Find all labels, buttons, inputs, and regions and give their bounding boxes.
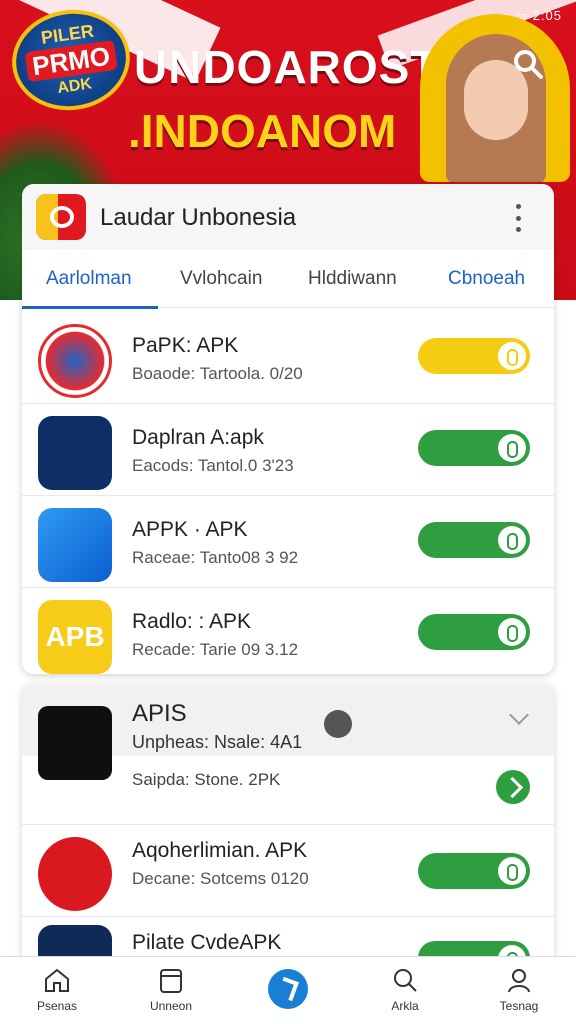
nav-calendar[interactable]: Unneon (126, 965, 216, 1013)
tab-cbnoeah[interactable]: Cbnoeah (448, 268, 525, 290)
app-detail: Recade: Tarie 09 3.12 (132, 640, 299, 659)
app-logo-icon (36, 194, 86, 240)
tab-aarlolman[interactable]: Aarlolman (46, 268, 132, 290)
active-tab-indicator (22, 306, 158, 309)
toggle-switch[interactable] (418, 338, 530, 374)
list-item[interactable]: Daplran A:apk Eacods: Tantol.0 3'23 (22, 404, 554, 496)
navigate-icon[interactable] (268, 969, 308, 1009)
app-list-card: Laudar Unbonesia Aarlolman Vvlohcain Hld… (22, 184, 554, 674)
expanded-app-card: APIS Unpheas: Nsale: 4A1 Saipda: Stone. … (22, 684, 554, 975)
app-name: Daplran A:apk (132, 426, 264, 449)
app-name: PaPK: APK (132, 334, 239, 357)
toggle-switch[interactable] (418, 614, 530, 650)
list-item[interactable]: APB Radlo: : APK Recade: Tarie 09 3.12 (22, 588, 554, 680)
expanded-app-detail-2: Saipda: Stone. 2PK (132, 770, 281, 789)
tab-vvlohcain[interactable]: Vvlohcain (180, 268, 262, 290)
list-item[interactable]: APPK · APK Raceae: Tanto08 3 92 (22, 496, 554, 588)
apb-icon: APB (38, 600, 112, 674)
toggle-switch[interactable] (418, 430, 530, 466)
card-title: Laudar Unbonesia (100, 204, 297, 231)
list-item[interactable]: PaPK: APK Boaode: Tartoola. 0/20 (22, 312, 554, 404)
badge-logo-icon (38, 324, 112, 398)
banner-subtitle: .INDOANOM (128, 105, 397, 157)
record-dot-icon (324, 710, 352, 738)
share-button[interactable] (496, 770, 530, 804)
toggle-switch[interactable] (418, 522, 530, 558)
search-icon (394, 969, 417, 992)
toggle-switch[interactable] (418, 853, 530, 889)
app-detail: Decane: Sotcems 0120 (132, 869, 309, 888)
app-detail: Raceae: Tanto08 3 92 (132, 548, 299, 567)
app-detail: Eacods: Tantol.0 3'23 (132, 456, 294, 475)
tab-bar: Aarlolman Vvlohcain Hlddiwann Cbnoeah (22, 250, 554, 308)
expanded-app-detail: Unpheas: Nsale: 4A1 (132, 732, 303, 752)
nav-profile[interactable]: Tesnag (474, 965, 564, 1013)
expanded-app-name: APIS (132, 700, 187, 727)
letter-a-icon (38, 508, 112, 582)
calendar-icon (160, 969, 182, 993)
list-item[interactable]: Aqoherlimian. APK Decane: Sotcems 0120 (22, 824, 554, 916)
nav-home[interactable]: Psenas (12, 965, 102, 1013)
app-detail: Boaode: Tartoola. 0/20 (132, 364, 303, 383)
gear-check-icon (38, 416, 112, 490)
nav-label: Arkla (391, 999, 419, 1013)
nav-label: Tesnag (499, 999, 539, 1013)
tab-hlddiwann[interactable]: Hlddiwann (308, 268, 397, 290)
card-header: Laudar Unbonesia (22, 184, 554, 250)
app-name: Aqoherlimian. APK (132, 839, 308, 862)
nav-search[interactable]: Arkla (360, 965, 450, 1013)
logo-line3: ADK (56, 75, 94, 98)
bottom-nav: Psenas Unneon Arkla Tesnag (0, 956, 576, 1024)
app-name: APPK · APK (132, 518, 248, 541)
avatar-photo (420, 14, 570, 182)
home-icon (45, 968, 69, 992)
banner-title: UNDOAROST (134, 41, 440, 93)
logo-line2: PRMO (24, 39, 118, 83)
kebab-menu-icon[interactable] (512, 204, 524, 232)
nav-label: Psenas (36, 999, 78, 1013)
search-icon[interactable] (512, 48, 544, 80)
app-name: Radlo: : APK (132, 610, 252, 633)
letter-a-red-icon (38, 837, 112, 911)
app-name: Pilate CvdeAPK (132, 931, 282, 954)
profile-icon (508, 969, 530, 993)
nav-label: Unneon (149, 999, 193, 1013)
triangle-logo-icon (38, 706, 112, 780)
